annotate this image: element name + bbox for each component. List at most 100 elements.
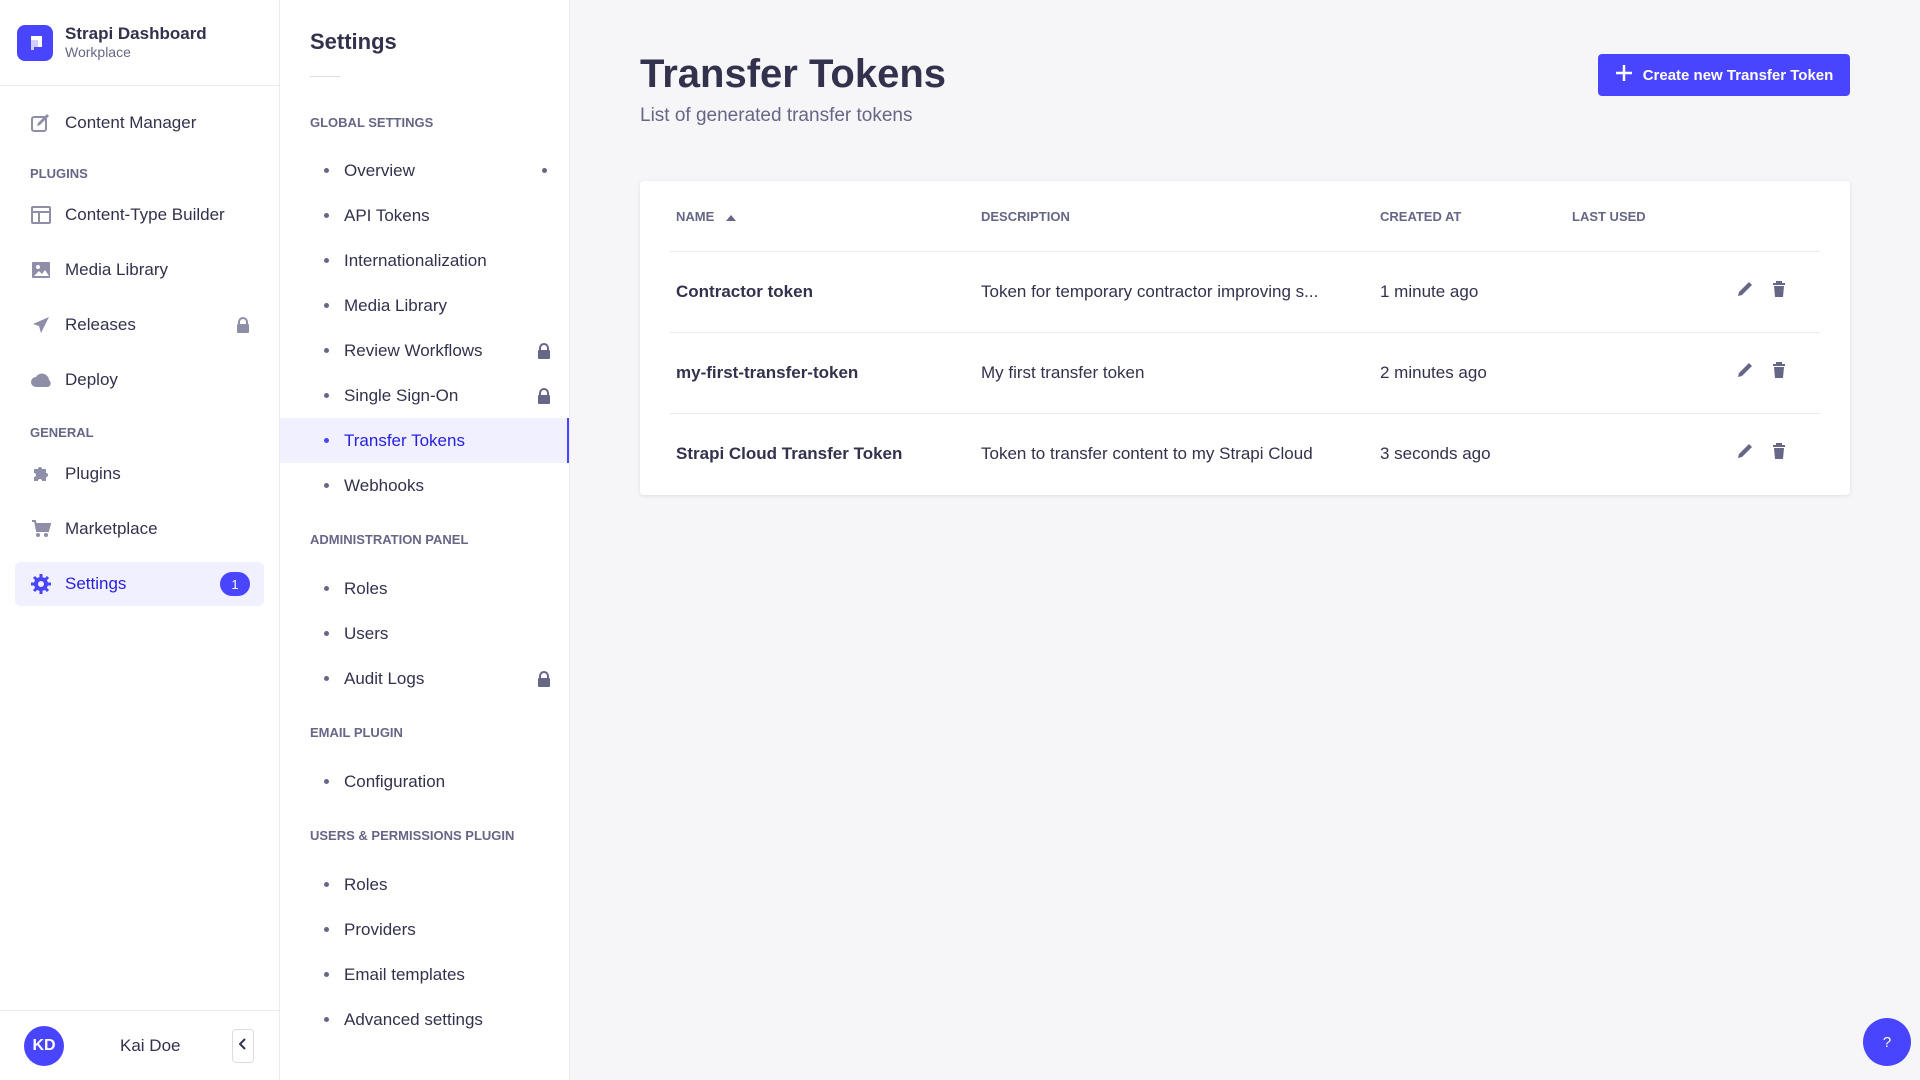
subnav-group-users-permissions: USERS & PERMISSIONS PLUGIN bbox=[310, 828, 515, 843]
divider bbox=[670, 332, 1820, 333]
nav-item-deploy[interactable]: Deploy bbox=[15, 358, 264, 402]
divider bbox=[670, 251, 1820, 252]
edit-pencil-icon[interactable] bbox=[1735, 360, 1755, 380]
lock-icon bbox=[537, 387, 551, 404]
subnav-label: Single Sign-On bbox=[344, 385, 459, 405]
bullet bbox=[324, 586, 329, 591]
subnav-item-internationalization[interactable]: Internationalization bbox=[280, 238, 569, 283]
subnav-item-providers[interactable]: Providers bbox=[280, 907, 569, 952]
trash-icon[interactable] bbox=[1769, 360, 1789, 380]
subnav-label: Review Workflows bbox=[344, 340, 483, 360]
bullet bbox=[324, 438, 329, 443]
edit-pencil-icon[interactable] bbox=[1735, 279, 1755, 299]
token-created-at: 1 minute ago bbox=[1380, 282, 1479, 301]
page-subtitle: List of generated transfer tokens bbox=[640, 105, 913, 126]
nav-label: Settings bbox=[65, 574, 127, 593]
subnav-title: Settings bbox=[310, 29, 397, 54]
subnav-label: Email templates bbox=[344, 964, 465, 984]
subnav-label: API Tokens bbox=[344, 205, 430, 225]
nav-label: Content Manager bbox=[65, 113, 197, 132]
nav-item-media-library[interactable]: Media Library bbox=[15, 248, 264, 292]
brand-title: Strapi Dashboard bbox=[65, 24, 207, 43]
bullet bbox=[324, 631, 329, 636]
subnav-item-api-tokens[interactable]: API Tokens bbox=[280, 193, 569, 238]
user-footer: KD Kai Doe bbox=[0, 1010, 280, 1080]
cloud-icon bbox=[30, 369, 52, 391]
lock-icon bbox=[537, 342, 551, 359]
subnav-item-transfer-tokens[interactable]: Transfer Tokens bbox=[280, 418, 569, 463]
nav-item-marketplace[interactable]: Marketplace bbox=[15, 507, 264, 551]
subnav-group-email: EMAIL PLUGIN bbox=[310, 725, 403, 740]
nav-label: Media Library bbox=[65, 260, 168, 279]
subnav-label: Webhooks bbox=[344, 475, 425, 495]
sort-ascending-icon[interactable] bbox=[726, 209, 737, 224]
subnav-item-media-library[interactable]: Media Library bbox=[280, 283, 569, 328]
subnav-item-audit-logs[interactable]: Audit Logs bbox=[280, 656, 569, 701]
subnav-item-advanced-settings[interactable]: Advanced settings bbox=[280, 997, 569, 1042]
subnav-item-overview[interactable]: Overview bbox=[280, 148, 569, 193]
trash-icon[interactable] bbox=[1769, 279, 1789, 299]
bullet bbox=[324, 882, 329, 887]
subnav-item-email-templates[interactable]: Email templates bbox=[280, 952, 569, 997]
subnav-item-configuration[interactable]: Configuration bbox=[280, 759, 569, 804]
token-created-at: 2 minutes ago bbox=[1380, 363, 1487, 382]
pencil-square-icon bbox=[30, 112, 52, 134]
nav-item-content-type-builder[interactable]: Content-Type Builder bbox=[15, 193, 264, 237]
bullet bbox=[324, 348, 329, 353]
plus-icon bbox=[1615, 64, 1633, 86]
bullet bbox=[324, 168, 329, 173]
avatar[interactable]: KD bbox=[24, 1025, 64, 1066]
collapse-nav-button[interactable] bbox=[232, 1028, 254, 1063]
brand[interactable]: Strapi Dashboard Workplace bbox=[0, 0, 279, 86]
help-button[interactable]: ? bbox=[1863, 1018, 1911, 1066]
subnav-label: Configuration bbox=[344, 771, 446, 791]
subnav-label: Roles bbox=[344, 874, 388, 894]
column-header-name[interactable]: NAME bbox=[676, 209, 737, 224]
subnav-label: Transfer Tokens bbox=[344, 430, 465, 450]
subnav-item-single-sign-on[interactable]: Single Sign-On bbox=[280, 373, 569, 418]
bullet bbox=[324, 393, 329, 398]
nav-item-releases[interactable]: Releases bbox=[15, 303, 264, 347]
nav-label: Releases bbox=[65, 315, 136, 334]
nav-label: Deploy bbox=[65, 370, 118, 389]
notification-badge: 1 bbox=[220, 572, 250, 596]
subnav-label: Providers bbox=[344, 919, 416, 939]
lock-icon bbox=[537, 670, 551, 687]
tokens-table: NAME DESCRIPTION CREATED AT LAST USED Co… bbox=[640, 181, 1850, 495]
bullet bbox=[324, 972, 329, 977]
lock-icon bbox=[236, 317, 250, 333]
page-title: Transfer Tokens bbox=[640, 52, 947, 96]
token-name: Contractor token bbox=[676, 282, 813, 301]
nav-item-content-manager[interactable]: Content Manager bbox=[15, 101, 264, 145]
nav-group-general: GENERAL bbox=[30, 425, 94, 440]
subnav-group-global: GLOBAL SETTINGS bbox=[310, 115, 434, 130]
subnav-label: Users bbox=[344, 623, 389, 643]
bullet bbox=[324, 1017, 329, 1022]
column-header-last-used: LAST USED bbox=[1572, 209, 1646, 224]
edit-pencil-icon[interactable] bbox=[1735, 441, 1755, 461]
subnav-item-webhooks[interactable]: Webhooks bbox=[280, 463, 569, 508]
token-description: My first transfer token bbox=[981, 363, 1145, 382]
settings-subnav: Settings GLOBAL SETTINGS Overview API To… bbox=[280, 0, 570, 1080]
trash-icon[interactable] bbox=[1769, 441, 1789, 461]
subnav-label: Roles bbox=[344, 578, 388, 598]
nav-item-settings[interactable]: Settings 1 bbox=[15, 562, 264, 606]
user-name[interactable]: Kai Doe bbox=[120, 1036, 180, 1056]
subnav-label: Advanced settings bbox=[344, 1009, 483, 1029]
layout-icon bbox=[30, 204, 52, 226]
bullet bbox=[324, 779, 329, 784]
strapi-logo-icon bbox=[17, 24, 53, 61]
token-description: Token to transfer content to my Strapi C… bbox=[981, 444, 1313, 463]
subnav-label: Media Library bbox=[344, 295, 447, 315]
subnav-group-admin: ADMINISTRATION PANEL bbox=[310, 532, 469, 547]
nav-label: Marketplace bbox=[65, 519, 158, 538]
subnav-item-up-roles[interactable]: Roles bbox=[280, 862, 569, 907]
nav-item-plugins[interactable]: Plugins bbox=[15, 452, 264, 496]
divider bbox=[670, 413, 1820, 414]
token-name: my-first-transfer-token bbox=[676, 363, 859, 382]
nav-label: Plugins bbox=[65, 464, 121, 483]
subnav-item-review-workflows[interactable]: Review Workflows bbox=[280, 328, 569, 373]
subnav-item-roles[interactable]: Roles bbox=[280, 566, 569, 611]
create-transfer-token-button[interactable]: Create new Transfer Token bbox=[1598, 54, 1850, 96]
subnav-item-users[interactable]: Users bbox=[280, 611, 569, 656]
